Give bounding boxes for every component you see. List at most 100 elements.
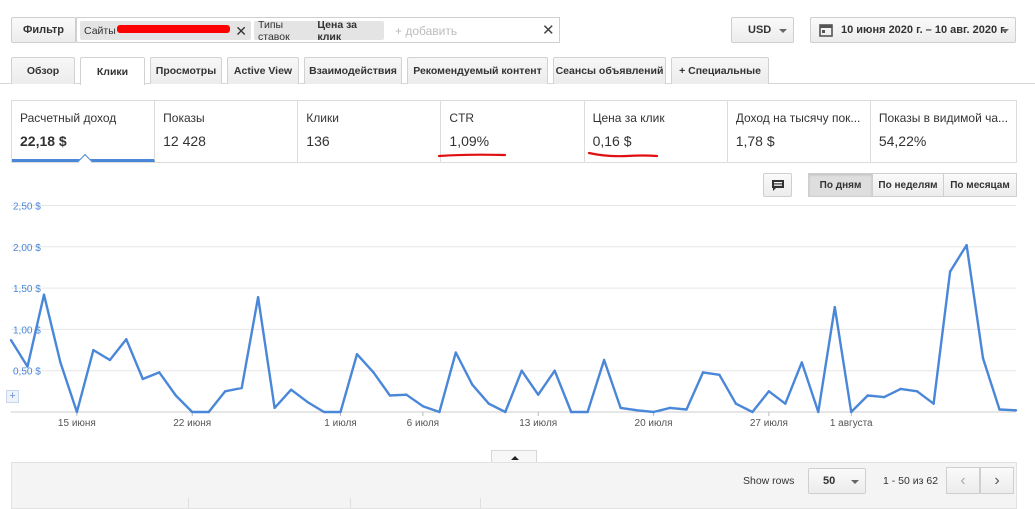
currency-select[interactable]: USD <box>731 17 794 43</box>
collapse-chart-button[interactable] <box>491 450 537 462</box>
data-point[interactable] <box>998 408 1001 411</box>
metric-card-estimated-revenue[interactable]: Расчетный доход 22,18 $ <box>12 101 156 162</box>
data-point[interactable] <box>569 410 573 414</box>
data-point[interactable] <box>9 338 13 342</box>
metric-card-rpm[interactable]: Доход на тысячу пок... 1,78 $ <box>728 101 871 162</box>
data-point[interactable] <box>438 410 441 414</box>
date-range-picker[interactable]: 10 июня 2020 г. – 10 авг. 2020 г. <box>810 17 1016 43</box>
data-point[interactable] <box>256 295 260 299</box>
tab-clicks[interactable]: Клики <box>80 57 145 85</box>
data-point[interactable] <box>405 393 408 396</box>
data-point[interactable] <box>767 390 771 393</box>
data-point[interactable] <box>866 394 869 397</box>
prev-page-button[interactable]: ‹ <box>946 467 980 494</box>
data-point[interactable] <box>619 406 622 410</box>
data-point[interactable] <box>306 400 309 404</box>
tab-ad-sessions[interactable]: Сеансы объявлений <box>553 57 666 84</box>
metric-card-ctr[interactable]: CTR 1,09% <box>438 101 585 162</box>
data-point[interactable] <box>273 406 276 410</box>
data-point[interactable] <box>92 348 95 352</box>
data-point[interactable] <box>701 371 705 374</box>
zoom-expand-icon[interactable]: + <box>6 390 19 403</box>
granularity-day-button[interactable]: По дням <box>808 173 873 197</box>
data-point[interactable] <box>602 358 606 362</box>
tab-active-view[interactable]: Active View <box>227 57 299 84</box>
data-point[interactable] <box>487 402 490 405</box>
tab-views[interactable]: Просмотры <box>150 57 222 84</box>
table-row-divider <box>350 498 351 509</box>
data-point[interactable] <box>240 386 243 390</box>
data-point[interactable] <box>223 390 227 393</box>
clear-filters-icon[interactable]: ✕ <box>542 21 555 39</box>
metric-card-cpc[interactable]: Цена за клик 0,16 $ <box>585 101 728 162</box>
tab-interactions[interactable]: Взаимодействия <box>304 57 402 84</box>
remove-sites-chip-icon[interactable]: ✕ <box>235 24 247 38</box>
data-point[interactable] <box>948 270 952 273</box>
tab-custom[interactable]: + Специальные <box>671 57 769 84</box>
redaction-mark <box>117 25 230 33</box>
x-tick-label: 6 июля <box>407 418 439 429</box>
data-point[interactable] <box>108 358 112 362</box>
data-point[interactable] <box>635 409 639 412</box>
data-point[interactable] <box>207 410 210 414</box>
data-point[interactable] <box>652 410 655 414</box>
bid-type-filter-chip[interactable]: Типы ставок Цена за клик <box>254 18 384 43</box>
data-point[interactable] <box>289 388 293 391</box>
data-point[interactable] <box>685 408 688 411</box>
granularity-month-button[interactable]: По месяцам <box>943 173 1017 197</box>
tab-recommended-content[interactable]: Рекомендуемый контент <box>407 57 548 84</box>
data-point[interactable] <box>784 402 787 405</box>
data-point[interactable] <box>850 410 853 414</box>
data-point[interactable] <box>718 373 721 377</box>
data-point[interactable] <box>158 371 161 374</box>
metric-card-viewable[interactable]: Показы в видимой ча... 54,22% <box>871 101 1016 162</box>
data-point[interactable] <box>322 410 326 414</box>
data-point[interactable] <box>734 402 738 405</box>
filter-button[interactable]: Фильтр <box>11 17 76 43</box>
data-point[interactable] <box>504 410 507 414</box>
data-point[interactable] <box>421 405 425 408</box>
line-chart[interactable]: 0,50 $1,00 $1,50 $2,00 $2,50 $ 15 июня 22… <box>0 200 1035 430</box>
data-point[interactable] <box>372 371 375 374</box>
data-point[interactable] <box>520 369 523 372</box>
data-point[interactable] <box>981 357 985 360</box>
data-point[interactable] <box>932 402 935 405</box>
add-filter-placeholder[interactable]: + добавить <box>395 24 457 38</box>
data-point[interactable] <box>471 383 474 386</box>
annotation-button[interactable] <box>763 173 792 197</box>
data-point[interactable] <box>26 365 29 368</box>
data-point[interactable] <box>355 352 359 356</box>
data-point[interactable] <box>339 410 342 414</box>
data-point[interactable] <box>833 305 836 309</box>
data-point[interactable] <box>174 394 177 397</box>
data-point[interactable] <box>668 406 672 410</box>
data-point[interactable] <box>586 410 589 414</box>
data-point[interactable] <box>388 394 392 397</box>
data-point[interactable] <box>1014 409 1018 412</box>
data-point[interactable] <box>553 369 556 372</box>
metric-card-clicks[interactable]: Клики 136 <box>298 101 442 162</box>
bid-chip-value: Цена за клик <box>317 18 358 43</box>
data-point[interactable] <box>125 338 128 341</box>
data-point[interactable] <box>191 410 194 414</box>
data-point[interactable] <box>42 293 46 296</box>
filter-input[interactable]: Сайты ✕ Типы ставок Цена за клик + добав… <box>76 17 560 43</box>
data-point[interactable] <box>899 387 902 391</box>
data-point[interactable] <box>882 395 886 399</box>
red-underline-mark <box>438 153 507 158</box>
data-point[interactable] <box>537 393 540 396</box>
next-page-button[interactable]: › <box>980 467 1014 494</box>
data-point[interactable] <box>751 410 754 414</box>
tab-overview[interactable]: Обзор <box>11 57 75 84</box>
data-point[interactable] <box>800 361 804 364</box>
data-point[interactable] <box>965 243 968 247</box>
data-point[interactable] <box>75 410 79 414</box>
data-point[interactable] <box>454 351 458 354</box>
data-point[interactable] <box>59 361 62 364</box>
data-point[interactable] <box>915 390 919 393</box>
data-point[interactable] <box>817 410 820 414</box>
granularity-week-button[interactable]: По неделям <box>872 173 944 197</box>
data-point[interactable] <box>141 377 145 381</box>
rows-per-page-select[interactable]: 50 <box>808 468 866 494</box>
metric-card-impressions[interactable]: Показы 12 428 <box>155 101 299 162</box>
